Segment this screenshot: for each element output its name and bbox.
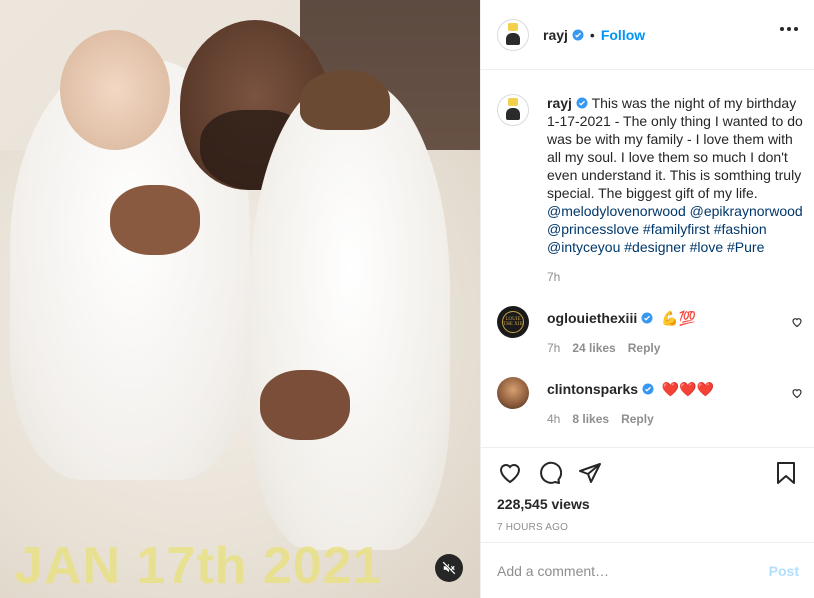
- comment-timestamp[interactable]: 4h: [547, 412, 560, 426]
- add-comment-bar: Add a comment… Post: [481, 542, 814, 598]
- adult-hand-lower: [260, 370, 350, 440]
- avatar[interactable]: LOUIE THE XIII: [497, 306, 529, 338]
- mention-link[interactable]: @intyceyou: [547, 239, 620, 255]
- verified-badge-icon: [576, 97, 588, 109]
- child-right-hair: [300, 70, 390, 130]
- hashtag-link[interactable]: #designer: [624, 239, 686, 255]
- mention-link[interactable]: @melodylovenorwood: [547, 203, 686, 219]
- caption-body: This was the night of my birthday 1-17-2…: [547, 95, 803, 201]
- header-username[interactable]: rayj: [543, 27, 568, 43]
- view-count[interactable]: 228,545 views: [497, 496, 799, 512]
- mute-button[interactable]: [435, 554, 463, 582]
- comment-text: 💪💯: [661, 310, 696, 326]
- post-details-panel: rayj • Follow rayj This was the night of…: [480, 0, 814, 598]
- reply-button[interactable]: Reply: [621, 412, 654, 426]
- post-timestamp[interactable]: 7 HOURS AGO: [497, 522, 799, 533]
- avatar[interactable]: [497, 377, 529, 409]
- share-button[interactable]: [577, 460, 603, 486]
- verified-badge-icon: [572, 29, 584, 40]
- hashtag-link[interactable]: #Pure: [727, 239, 764, 255]
- post-header: rayj • Follow: [481, 0, 814, 70]
- caption-text: rayj This was the night of my birthday 1…: [547, 94, 809, 256]
- comment-button[interactable]: [537, 460, 563, 486]
- bookmark-icon: [777, 462, 795, 484]
- save-button[interactable]: [773, 460, 799, 486]
- avatar-logo-text: LOUIE THE XIII: [502, 311, 524, 333]
- comment-username[interactable]: oglouiethexiii: [547, 310, 637, 326]
- share-icon: [579, 463, 601, 483]
- comment-text: ❤️❤️❤️: [661, 381, 715, 397]
- speaker-muted-icon: [442, 561, 456, 575]
- caption-username[interactable]: rayj: [547, 95, 572, 111]
- comment-input[interactable]: Add a comment…: [497, 563, 769, 579]
- like-comment-heart-icon[interactable]: [791, 316, 803, 328]
- mention-link[interactable]: @princesslove: [547, 221, 639, 237]
- post-media[interactable]: JAN 17th 2021: [0, 0, 480, 598]
- hashtag-link[interactable]: #fashion: [714, 221, 767, 237]
- more-options-icon[interactable]: [780, 27, 798, 31]
- comment-timestamp[interactable]: 7h: [547, 341, 560, 355]
- comment-icon: [540, 461, 562, 484]
- like-button[interactable]: [497, 460, 523, 486]
- comment-item: clintonsparks ❤️❤️❤️ 4h 8 likes Reply: [481, 377, 814, 426]
- avatar[interactable]: [497, 18, 529, 51]
- caption-timestamp[interactable]: 7h: [547, 270, 560, 284]
- child-left-head: [60, 30, 170, 150]
- post-actions: 228,545 views 7 HOURS AGO: [481, 448, 814, 533]
- verified-badge-icon: [641, 312, 653, 324]
- avatar[interactable]: [497, 94, 529, 126]
- comment-username[interactable]: clintonsparks: [547, 381, 638, 397]
- comment-item: LOUIE THE XIII oglouiethexiii 💪💯 7h 24 l…: [481, 306, 814, 355]
- heart-icon: [499, 464, 521, 484]
- comment-likes[interactable]: 24 likes: [572, 341, 615, 355]
- media-date-overlay: JAN 17th 2021: [14, 537, 383, 595]
- verified-badge-icon: [642, 383, 654, 395]
- adult-hand-upper: [110, 185, 200, 255]
- reply-button[interactable]: Reply: [628, 341, 661, 355]
- comment-likes[interactable]: 8 likes: [572, 412, 609, 426]
- caption: rayj This was the night of my birthday 1…: [481, 70, 814, 284]
- mention-link[interactable]: @epikraynorwood: [690, 203, 803, 219]
- comments-list[interactable]: rayj This was the night of my birthday 1…: [481, 70, 814, 448]
- header-separator: •: [589, 26, 595, 43]
- hashtag-link[interactable]: #love: [690, 239, 723, 255]
- follow-button[interactable]: Follow: [601, 27, 645, 43]
- post-comment-button[interactable]: Post: [769, 563, 799, 579]
- like-comment-heart-icon[interactable]: [791, 387, 803, 399]
- hashtag-link[interactable]: #familyfirst: [643, 221, 710, 237]
- child-right-robe: [250, 80, 450, 550]
